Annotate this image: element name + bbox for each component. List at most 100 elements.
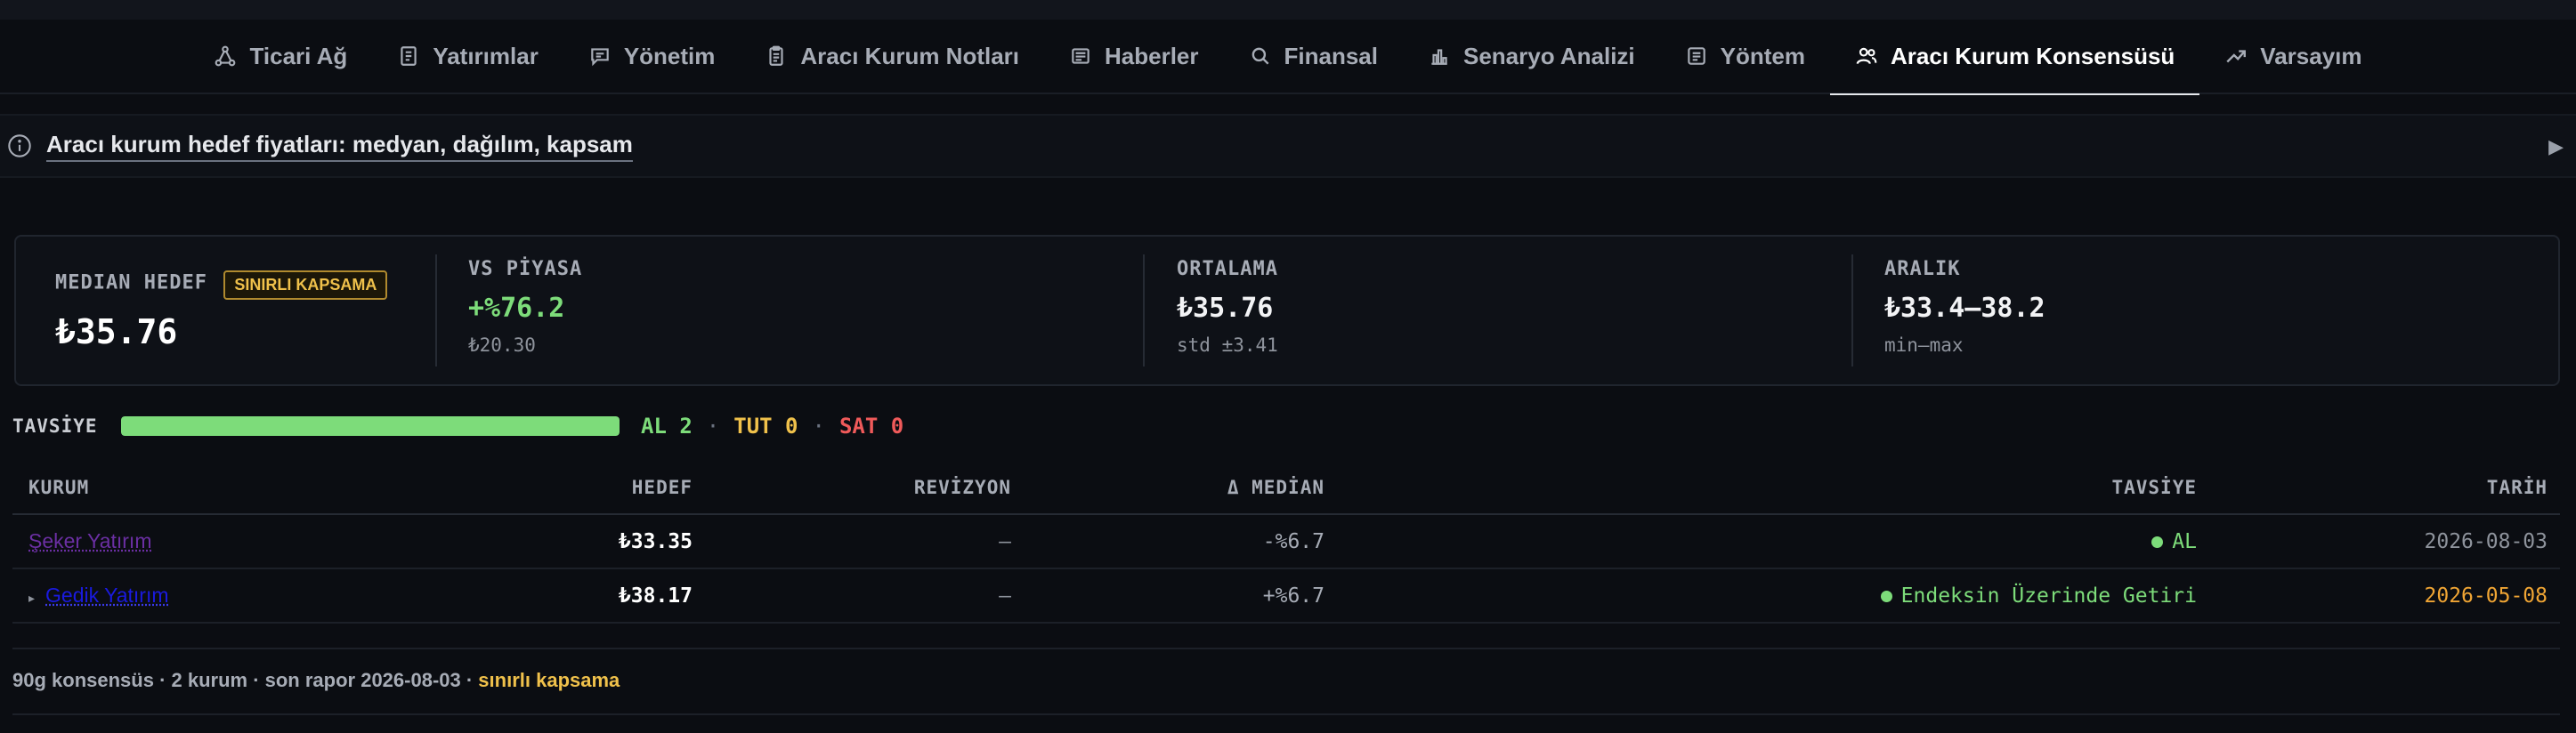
vs-market-stat: VS PİYASA +%76.2 ₺20.30 xyxy=(468,237,582,384)
tab-bar: Ticari Ağ Yatırımlar Yönetim Aracı Kurum… xyxy=(0,19,2576,95)
tab-label: Senaryo Analizi xyxy=(1463,42,1635,69)
tab-yatirimlar[interactable]: Yatırımlar xyxy=(372,19,563,93)
consensus-footer: 90g konsensüs · 2 kurum · son rapor 2026… xyxy=(12,669,620,692)
target-cell: ₺38.17 xyxy=(342,568,705,624)
consensus-summary-card: MEDIAN HEDEF SINIRLI KAPSAMA ₺35.76 VS P… xyxy=(14,235,2560,386)
range-stat: ARALIK ₺33.4–38.2 min–max xyxy=(1884,237,2045,384)
date-cell: 2026-05-08 xyxy=(2209,568,2560,624)
firm-link[interactable]: Gedik Yatırım xyxy=(45,584,168,607)
firm-cell: Şeker Yatırım xyxy=(12,514,342,569)
separator: · xyxy=(706,414,720,439)
col-header-recommendation[interactable]: TAVSİYE xyxy=(1337,461,2209,515)
document-icon xyxy=(1687,47,1705,65)
col-header-firm[interactable]: KURUM xyxy=(12,461,342,515)
table-row: ▸ Gedik Yatırım ₺38.17 — +%6.7 Endeksin Ü… xyxy=(12,568,2560,624)
tab-label: Ticari Ağ xyxy=(249,42,348,69)
tab-label: Yatırımlar xyxy=(433,42,539,69)
recommendation-distribution: TAVSİYE AL 2 · TUT 0 · SAT 0 xyxy=(12,411,903,441)
broker-targets-table: KURUM HEDEF REVİZYON Δ MEDİAN TAVSİYE TA… xyxy=(12,461,2560,624)
col-header-revision[interactable]: REVİZYON xyxy=(705,461,1024,515)
range-caption: min–max xyxy=(1884,334,1964,356)
trend-up-icon xyxy=(2226,50,2247,63)
footer-divider xyxy=(12,648,2560,649)
expand-caret-icon[interactable]: ▸ xyxy=(28,591,35,605)
tab-label: Yönetim xyxy=(623,42,716,69)
col-header-delta-median[interactable]: Δ MEDİAN xyxy=(1024,461,1337,515)
tab-ticari-ag[interactable]: Ticari Ağ xyxy=(189,19,372,93)
table-header-row: KURUM HEDEF REVİZYON Δ MEDİAN TAVSİYE TA… xyxy=(12,461,2560,515)
date-cell: 2026-08-03 xyxy=(2209,514,2560,569)
buy-count: AL 2 xyxy=(641,414,693,439)
range-value: ₺33.4–38.2 xyxy=(1884,293,2045,324)
status-dot-icon xyxy=(2151,536,2164,548)
buy-share-fill xyxy=(121,416,620,436)
recommendation-cell: Endeksin Üzerinde Getiri xyxy=(1337,568,2209,624)
tab-senaryo-analizi[interactable]: Senaryo Analizi xyxy=(1403,19,1660,93)
hold-count: TUT 0 xyxy=(733,414,798,439)
market-price: ₺20.30 xyxy=(468,334,536,356)
divider xyxy=(1143,254,1145,366)
separator: · xyxy=(812,414,825,439)
tab-label: Aracı Kurum Notları xyxy=(800,42,1020,69)
limited-coverage-badge: SINIRLI KAPSAMA xyxy=(223,270,388,300)
users-icon xyxy=(1856,47,1877,65)
info-icon xyxy=(8,134,31,157)
divider xyxy=(1851,254,1853,366)
target-cell: ₺33.35 xyxy=(342,514,705,569)
tab-varsayim[interactable]: Varsayım xyxy=(2199,19,2386,93)
tab-araci-kurum-konsensusu[interactable]: Aracı Kurum Konsensüsü xyxy=(1830,19,2200,95)
sell-count: SAT 0 xyxy=(838,414,904,439)
recommendation-cell: AL xyxy=(1337,514,2209,569)
newspaper-icon xyxy=(1072,48,1090,64)
info-title[interactable]: Aracı kurum hedef fiyatları: medyan, dağ… xyxy=(46,131,633,162)
recommendation-bar xyxy=(121,416,620,436)
expand-triangle-icon[interactable]: ▶ xyxy=(2548,135,2564,158)
tab-label: Finansal xyxy=(1284,42,1378,69)
firm-link[interactable]: Şeker Yatırım xyxy=(28,529,151,552)
col-header-target[interactable]: HEDEF xyxy=(342,461,705,515)
status-dot-icon xyxy=(1880,590,1892,602)
tab-araci-kurum-notlari[interactable]: Aracı Kurum Notları xyxy=(740,19,1044,93)
limited-coverage-note: sınırlı kapsama xyxy=(478,669,620,691)
recommendation-text: AL xyxy=(2172,529,2197,553)
table-row: Şeker Yatırım ₺33.35 — -%6.7 AL 2026-08-… xyxy=(12,514,2560,569)
tab-label: Varsayım xyxy=(2260,42,2362,69)
divider xyxy=(435,254,437,366)
message-icon xyxy=(591,48,609,67)
top-strip xyxy=(0,0,2576,20)
median-value: ₺35.76 xyxy=(55,312,178,351)
bottom-divider xyxy=(12,713,2560,715)
tab-yonetim[interactable]: Yönetim xyxy=(563,19,741,93)
tab-yontem[interactable]: Yöntem xyxy=(1660,19,1830,93)
ledger-icon xyxy=(401,46,417,66)
median-label: MEDIAN HEDEF xyxy=(55,271,207,294)
delta-cell: -%6.7 xyxy=(1024,514,1337,569)
clipboard-icon xyxy=(769,45,783,66)
average-value: ₺35.76 xyxy=(1177,293,1274,324)
info-disclosure[interactable]: Aracı kurum hedef fiyatları: medyan, dağ… xyxy=(0,114,2576,178)
firm-cell: ▸ Gedik Yatırım xyxy=(12,568,342,624)
network-icon xyxy=(215,45,236,67)
revision-cell: — xyxy=(705,568,1024,624)
std-dev: std ±3.41 xyxy=(1177,334,1278,356)
tab-label: Aracı Kurum Konsensüsü xyxy=(1891,42,2175,69)
bar-chart-icon xyxy=(1431,49,1447,65)
recommendation-text: Endeksin Üzerinde Getiri xyxy=(1900,584,2197,608)
recommendation-counts: AL 2 · TUT 0 · SAT 0 xyxy=(641,414,903,439)
tab-haberler[interactable]: Haberler xyxy=(1044,19,1224,93)
tab-finansal[interactable]: Finansal xyxy=(1224,19,1403,93)
tab-label: Yöntem xyxy=(1720,42,1805,69)
tab-label: Haberler xyxy=(1105,42,1199,69)
delta-cell: +%6.7 xyxy=(1024,568,1337,624)
vs-market-value: +%76.2 xyxy=(468,293,565,324)
average-stat: ORTALAMA ₺35.76 std ±3.41 xyxy=(1177,237,1278,384)
range-label: ARALIK xyxy=(1884,258,1961,280)
revision-cell: — xyxy=(705,514,1024,569)
average-label: ORTALAMA xyxy=(1177,258,1278,280)
median-target-stat: MEDIAN HEDEF SINIRLI KAPSAMA ₺35.76 xyxy=(55,237,388,384)
footer-text: 90g konsensüs · 2 kurum · son rapor 2026… xyxy=(12,669,479,691)
col-header-date[interactable]: TARİH xyxy=(2209,461,2560,515)
recommendation-label: TAVSİYE xyxy=(12,415,98,437)
vs-market-label: VS PİYASA xyxy=(468,258,583,280)
search-icon xyxy=(1252,47,1269,65)
